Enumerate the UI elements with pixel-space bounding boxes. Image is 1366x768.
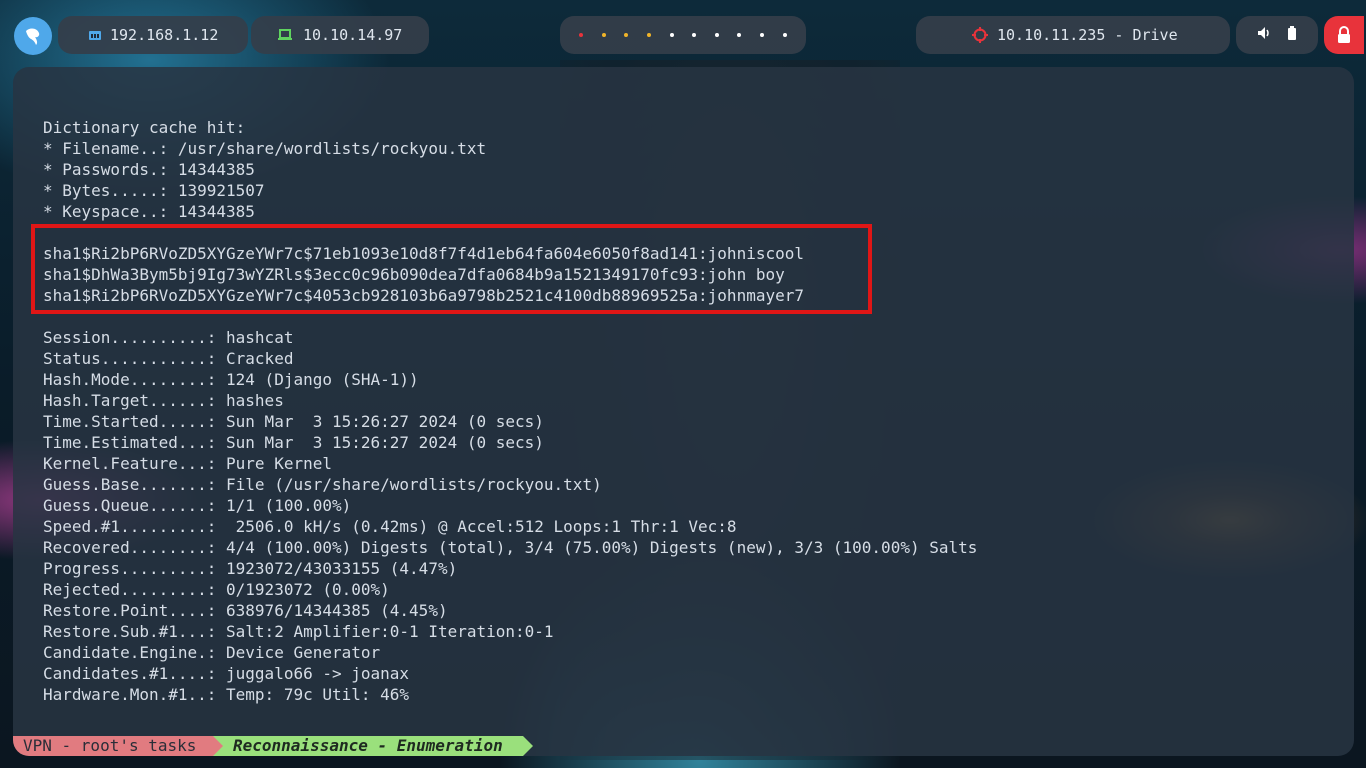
workspace-indicator[interactable] [560,16,806,54]
terminal-line: Kernel.Feature...: Pure Kernel [43,454,332,473]
workspace-dot[interactable] [782,33,787,37]
session-arrow [213,736,223,756]
target-label: 10.10.11.235 - Drive [997,26,1178,44]
workspace-dot[interactable] [760,33,765,37]
workspace-dot[interactable] [624,33,629,37]
terminal-line: * Passwords.: 14344385 [43,160,255,179]
terminal-line: Candidates.#1....: juggalo66 -> joanax [43,664,410,683]
terminal-line: Dictionary cache hit: [43,118,246,137]
window-segment[interactable]: Reconnaissance - Enumeration [223,736,523,756]
workspace-dot[interactable] [737,33,742,37]
battery-icon[interactable] [1287,26,1297,44]
terminal-line: Time.Estimated...: Sun Mar 3 15:26:27 20… [43,433,544,452]
terminal-line: Candidate.Engine.: Device Generator [43,643,381,662]
terminal-window[interactable]: Dictionary cache hit: * Filename..: /usr/… [13,67,1354,756]
laptop-icon [277,28,293,46]
terminal-line: Speed.#1.........: 2506.0 kH/s (0.42ms) … [43,517,737,536]
network-icon [88,28,102,46]
target-widget[interactable]: 10.10.11.235 - Drive [916,16,1230,54]
workspace-dot[interactable] [692,33,697,37]
terminal-line: Hardware.Mon.#1..: Temp: 79c Util: 46% [43,685,410,704]
terminal-line: Restore.Point....: 638976/14344385 (4.45… [43,601,448,620]
terminal-line: Status...........: Cracked [43,349,294,368]
terminal-line: Recovered........: 4/4 (100.00%) Digests… [43,538,978,557]
terminal-line: Rejected.........: 0/1923072 (0.00%) [43,580,390,599]
terminal-line: Hash.Target......: hashes [43,391,284,410]
vpn-ip-label: 10.10.14.97 [303,26,403,44]
terminal-line: Guess.Queue......: 1/1 (100.00%) [43,496,352,515]
terminal-line: Guess.Base.......: File (/usr/share/word… [43,475,602,494]
terminal-line: Progress.........: 1923072/43033155 (4.4… [43,559,458,578]
host-ip-widget[interactable]: 192.168.1.12 [58,16,248,54]
terminal-line: Time.Started.....: Sun Mar 3 15:26:27 20… [43,412,544,431]
session-segment[interactable]: VPN - root's tasks [13,736,213,756]
workspace-dot[interactable] [647,33,652,37]
terminal-line: * Keyspace..: 14344385 [43,202,255,221]
workspace-dot[interactable] [669,33,674,37]
tmux-status-bar: VPN - root's tasks Reconnaissance - Enum… [13,736,573,756]
cracked-hashes-highlight [31,224,872,314]
top-panel: 192.168.1.12 10.10.14.97 10.10.11.235 - … [0,0,1366,70]
target-icon [972,27,988,47]
workspace-dot[interactable] [601,33,606,37]
lock-icon[interactable] [1324,16,1364,54]
workspace-dot[interactable] [579,33,584,37]
host-ip-label: 192.168.1.12 [110,26,219,44]
vpn-ip-widget[interactable]: 10.10.14.97 [251,16,429,54]
kali-dragon-icon[interactable] [14,17,52,55]
terminal-line: Session..........: hashcat [43,328,294,347]
workspace-dot[interactable] [714,33,719,37]
window-arrow [523,736,533,756]
terminal-line: * Bytes.....: 139921507 [43,181,265,200]
terminal-line: Restore.Sub.#1...: Salt:2 Amplifier:0-1 … [43,622,554,641]
terminal-line: Hash.Mode........: 124 (Django (SHA-1)) [43,370,419,389]
system-tray [1236,16,1318,54]
terminal-line: * Filename..: /usr/share/wordlists/rocky… [43,139,487,158]
volume-icon[interactable] [1257,26,1271,44]
